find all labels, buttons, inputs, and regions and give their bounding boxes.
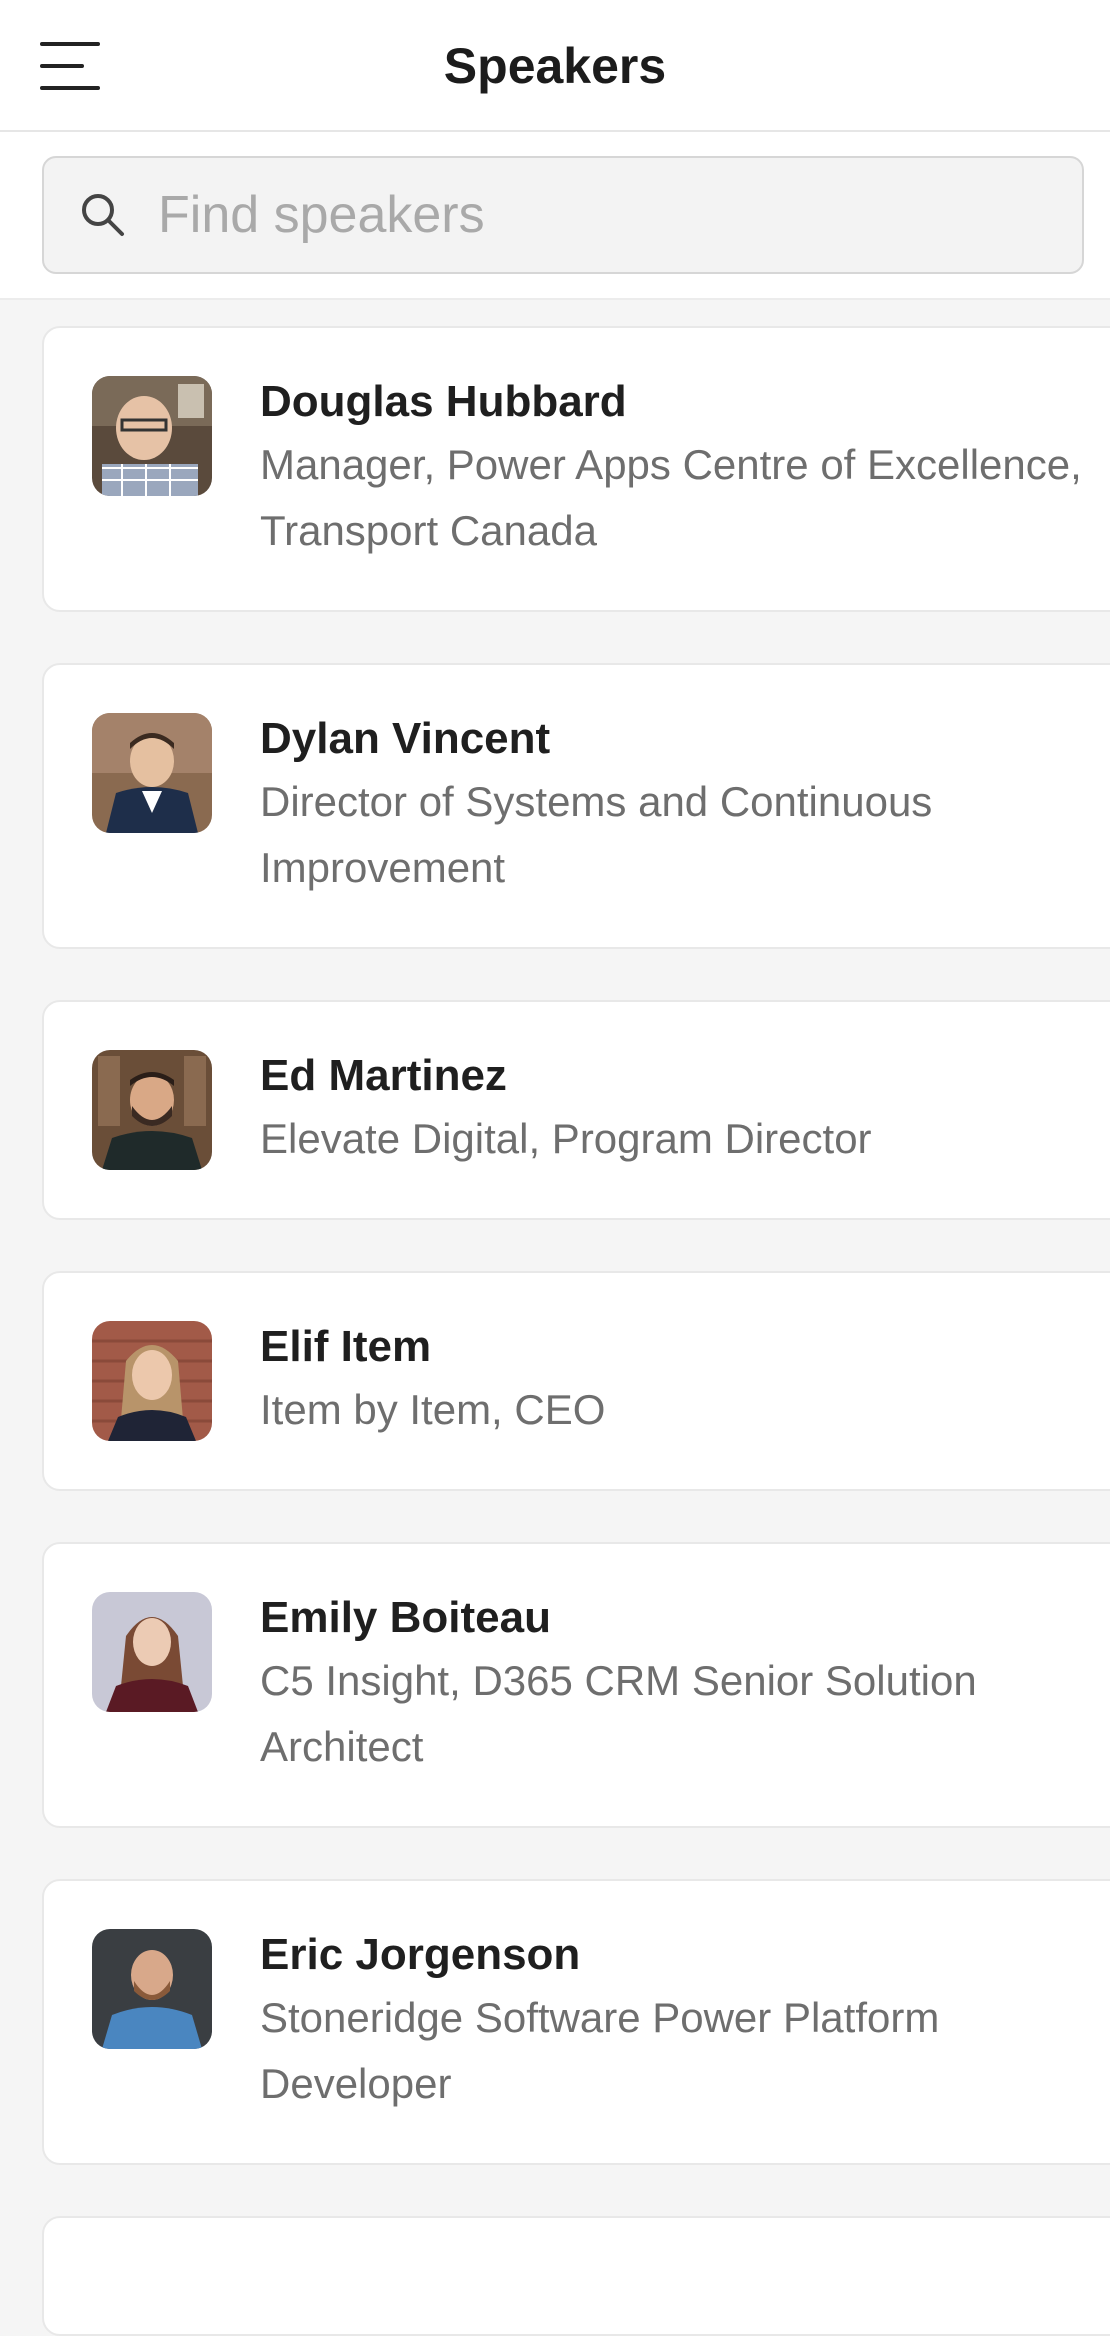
speaker-card[interactable]: Elif Item Item by Item, CEO xyxy=(42,1271,1110,1491)
speaker-name: Elif Item xyxy=(260,1322,432,1371)
speaker-title: C5 Insight, D365 CRM Senior Solution Arc… xyxy=(260,1657,977,1770)
speaker-name: Ed Martinez xyxy=(260,1051,507,1100)
search-input[interactable] xyxy=(158,158,1058,272)
speaker-title: Manager, Power Apps Centre of Excellence… xyxy=(260,441,1082,488)
speaker-info: Dylan Vincent Director of Systems and Co… xyxy=(260,709,1110,901)
speaker-title: Director of Systems and Continuous Impro… xyxy=(260,778,933,891)
avatar xyxy=(92,1321,212,1441)
speaker-info: Emily Boiteau C5 Insight, D365 CRM Senio… xyxy=(260,1588,1110,1780)
hamburger-menu-icon[interactable] xyxy=(40,40,102,92)
speaker-card-partial[interactable] xyxy=(42,2216,1110,2336)
search-bar xyxy=(0,132,1110,300)
speaker-title: Stoneridge Software Power Platform Devel… xyxy=(260,1994,940,2107)
avatar xyxy=(92,1050,212,1170)
search-icon xyxy=(82,194,124,236)
speaker-title: Elevate Digital, Program Director xyxy=(260,1115,872,1162)
speaker-info: Ed Martinez Elevate Digital, Program Dir… xyxy=(260,1046,1110,1172)
avatar xyxy=(92,1592,212,1712)
speaker-card[interactable]: Eric Jorgenson Stoneridge Software Power… xyxy=(42,1879,1110,2165)
speaker-card[interactable]: Douglas Hubbard Manager, Power Apps Cent… xyxy=(42,326,1110,612)
speaker-card[interactable]: Ed Martinez Elevate Digital, Program Dir… xyxy=(42,1000,1110,1220)
speaker-card[interactable]: Emily Boiteau C5 Insight, D365 CRM Senio… xyxy=(42,1542,1110,1828)
speaker-name: Eric Jorgenson xyxy=(260,1930,581,1979)
speaker-name: Douglas Hubbard xyxy=(260,377,627,426)
speaker-title: Item by Item, CEO xyxy=(260,1386,606,1433)
search-box[interactable] xyxy=(42,156,1084,274)
speaker-organization: Transport Canada xyxy=(260,507,597,554)
speaker-name: Dylan Vincent xyxy=(260,714,551,763)
avatar xyxy=(92,376,212,496)
speaker-info: Eric Jorgenson Stoneridge Software Power… xyxy=(260,1925,1110,2117)
page-title: Speakers xyxy=(443,38,667,94)
speaker-name: Emily Boiteau xyxy=(260,1593,551,1642)
speaker-card[interactable]: Dylan Vincent Director of Systems and Co… xyxy=(42,663,1110,949)
speaker-info: Douglas Hubbard Manager, Power Apps Cent… xyxy=(260,372,1110,564)
avatar xyxy=(92,1929,212,2049)
avatar xyxy=(92,713,212,833)
app-header: Speakers xyxy=(0,0,1110,132)
speaker-info: Elif Item Item by Item, CEO xyxy=(260,1317,1110,1443)
